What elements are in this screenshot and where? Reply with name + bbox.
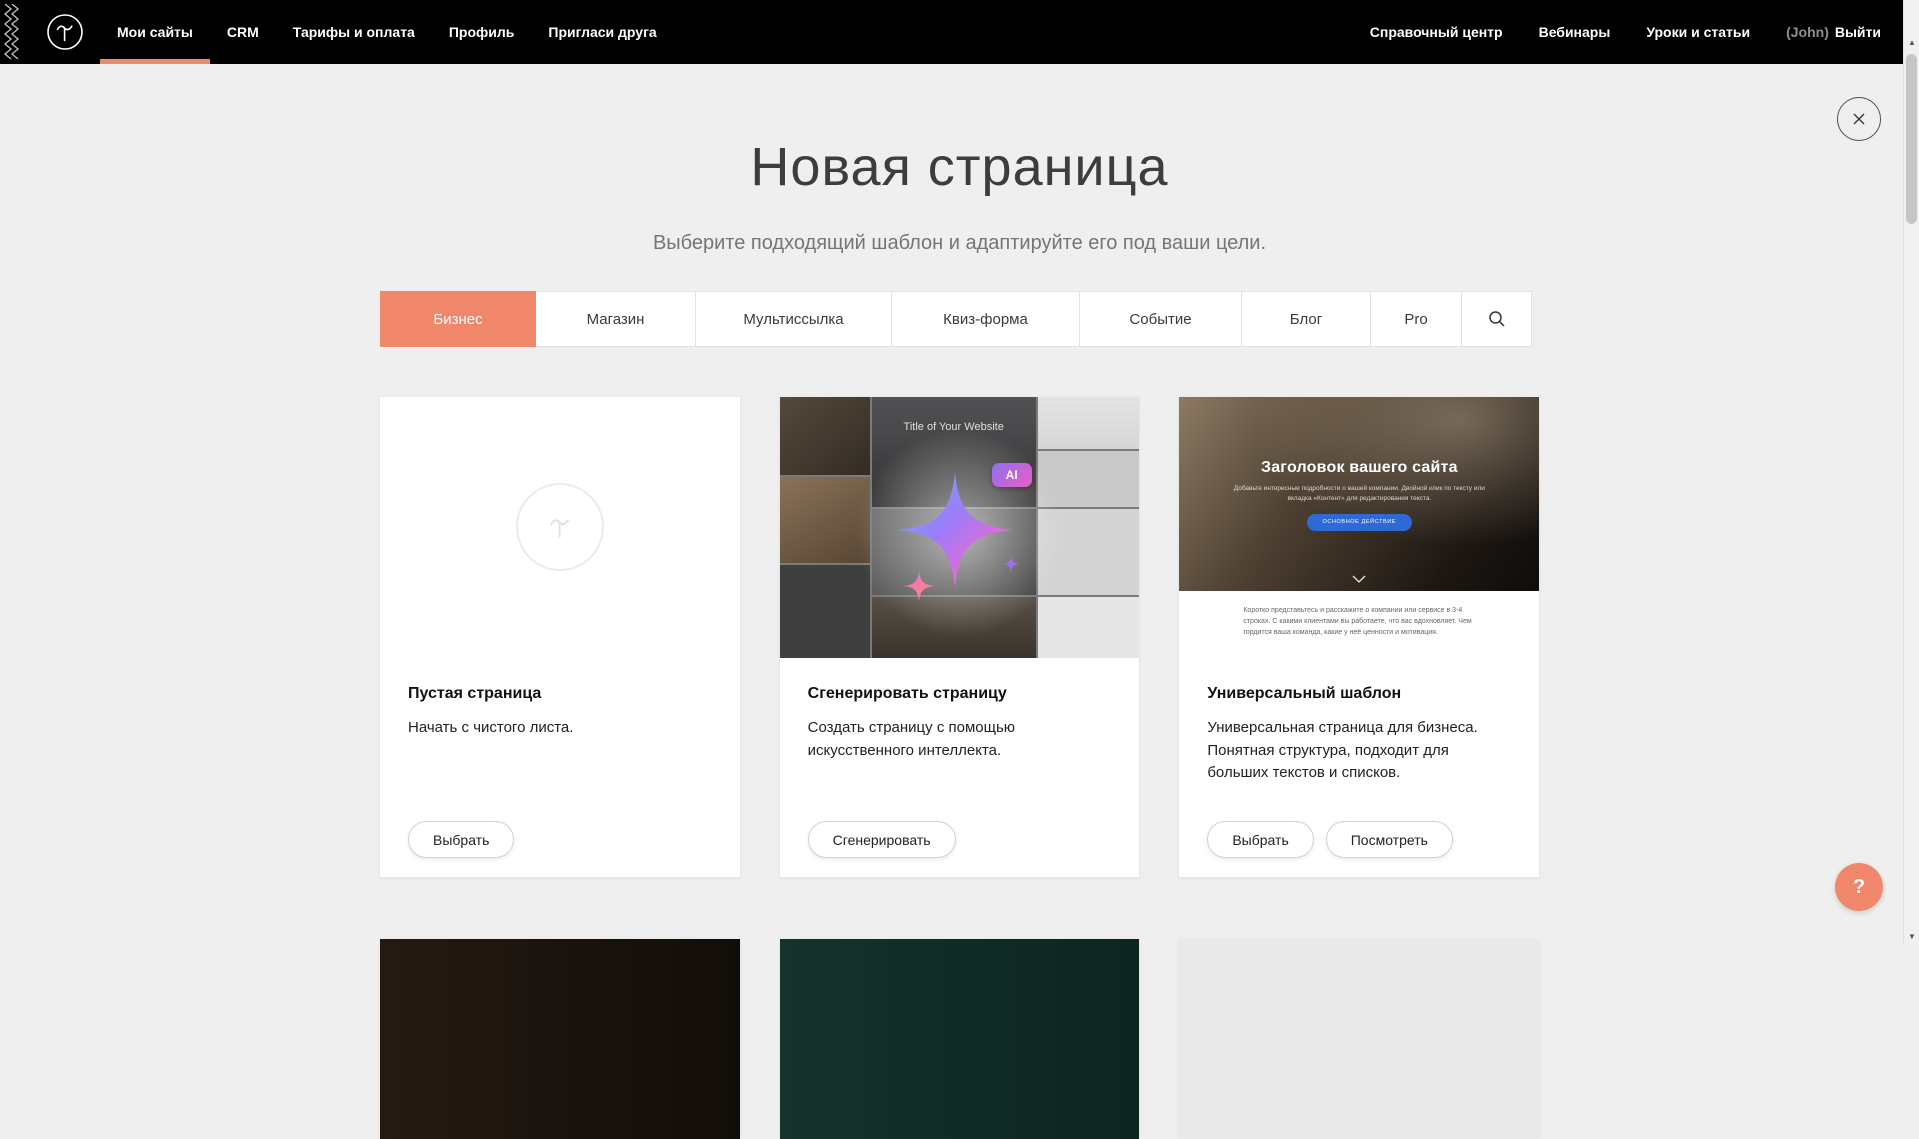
logout-link[interactable]: Выйти (1835, 24, 1881, 40)
template-category-tabs: Бизнес Магазин Мультиссылка Квиз-форма С… (380, 291, 1539, 347)
nav-profile[interactable]: Профиль (432, 0, 532, 64)
help-button[interactable]: ? (1835, 863, 1883, 911)
preview-hero-text: Добавьте интересные подробности о вашей … (1224, 484, 1494, 504)
choose-blank-button[interactable]: Выбрать (408, 821, 514, 858)
nav-tariffs[interactable]: Тарифы и оплата (276, 0, 432, 64)
template-card-partial[interactable] (380, 939, 740, 1139)
generate-page-button[interactable]: Сгенерировать (808, 821, 956, 858)
tab-business[interactable]: Бизнес (380, 291, 536, 347)
tilda-watermark-icon (516, 483, 604, 571)
card-actions: Сгенерировать (808, 821, 956, 858)
ai-badge: AI (992, 463, 1032, 487)
tilda-logo[interactable] (44, 0, 86, 64)
template-cards-row: Пустая страница Начать с чистого листа. … (380, 397, 1539, 877)
ai-collage-preview: Title of Your Website (780, 397, 1140, 658)
view-universal-button[interactable]: Посмотреть (1326, 821, 1453, 858)
ai-sparkle-small-icon (902, 569, 936, 603)
nav-webinars[interactable]: Вебинары (1539, 24, 1611, 40)
main-navigation: Мои сайты CRM Тарифы и оплата Профиль Пр… (100, 0, 674, 64)
scrollbar-thumb[interactable] (1906, 54, 1917, 224)
tab-shop[interactable]: Магазин (535, 291, 696, 347)
nav-help-center[interactable]: Справочный центр (1370, 24, 1503, 40)
zigzag-decoration-icon (0, 0, 24, 64)
chevron-down-icon (1352, 575, 1366, 583)
page-title: Новая страница (0, 140, 1919, 194)
preview-about-text: Коротко представьтесь и расскажите о ком… (1243, 606, 1475, 639)
tab-event[interactable]: Событие (1079, 291, 1242, 347)
top-navbar: Мои сайты CRM Тарифы и оплата Профиль Пр… (0, 0, 1903, 64)
tab-search[interactable] (1461, 291, 1532, 347)
card-universal-template[interactable]: Заголовок вашего сайта Добавьте интересн… (1179, 397, 1539, 877)
nav-lessons[interactable]: Уроки и статьи (1646, 24, 1750, 40)
card-description: Создать страницу с помощью искусственног… (808, 717, 1060, 762)
choose-universal-button[interactable]: Выбрать (1207, 821, 1313, 858)
nav-invite-friend[interactable]: Пригласи друга (531, 0, 673, 64)
close-modal-button[interactable] (1837, 97, 1881, 141)
card-description: Начать с чистого листа. (408, 717, 712, 740)
template-card-partial[interactable] (1179, 939, 1539, 1139)
tab-pro[interactable]: Pro (1370, 291, 1462, 347)
template-preview-body: Коротко представьтесь и расскажите о ком… (1179, 591, 1539, 669)
card-description: Универсальная страница для бизнеса. Поня… (1207, 717, 1511, 785)
tab-blog[interactable]: Блог (1241, 291, 1371, 347)
scrollbar[interactable]: ▲ ▼ (1903, 0, 1919, 944)
close-icon (1851, 111, 1867, 127)
template-cards-row-2 (380, 939, 1539, 1139)
preview-hero-title: Заголовок вашего сайта (1261, 459, 1458, 477)
card-title: Сгенерировать страницу (808, 685, 1112, 703)
card-blank-page[interactable]: Пустая страница Начать с чистого листа. … (380, 397, 740, 877)
preview-hero-button: основное действие (1307, 514, 1413, 531)
ai-sparkle-tiny-icon (1002, 555, 1020, 573)
scrollbar-down-arrow[interactable]: ▼ (1904, 932, 1919, 941)
template-preview-hero: Заголовок вашего сайта Добавьте интересн… (1179, 397, 1539, 591)
template-card-partial[interactable] (780, 939, 1140, 1139)
nav-my-sites[interactable]: Мои сайты (100, 0, 210, 64)
secondary-navigation: Справочный центр Вебинары Уроки и статьи… (1370, 0, 1903, 64)
page-subtitle: Выберите подходящий шаблон и адаптируйте… (0, 232, 1919, 255)
card-actions: Выбрать Посмотреть (1207, 821, 1453, 858)
nav-crm[interactable]: CRM (210, 0, 276, 64)
card-generate-page[interactable]: Title of Your Website (780, 397, 1140, 877)
card-actions: Выбрать (408, 821, 514, 858)
tab-multilink[interactable]: Мультиссылка (695, 291, 892, 347)
scrollbar-up-arrow[interactable]: ▲ (1904, 38, 1919, 47)
card-title: Пустая страница (408, 685, 712, 703)
user-name: (John) (1786, 24, 1829, 40)
card-title: Универсальный шаблон (1207, 685, 1511, 703)
search-icon (1488, 310, 1506, 328)
user-logout-block[interactable]: (John) Выйти (1786, 24, 1881, 40)
tab-quiz-form[interactable]: Квиз-форма (891, 291, 1080, 347)
